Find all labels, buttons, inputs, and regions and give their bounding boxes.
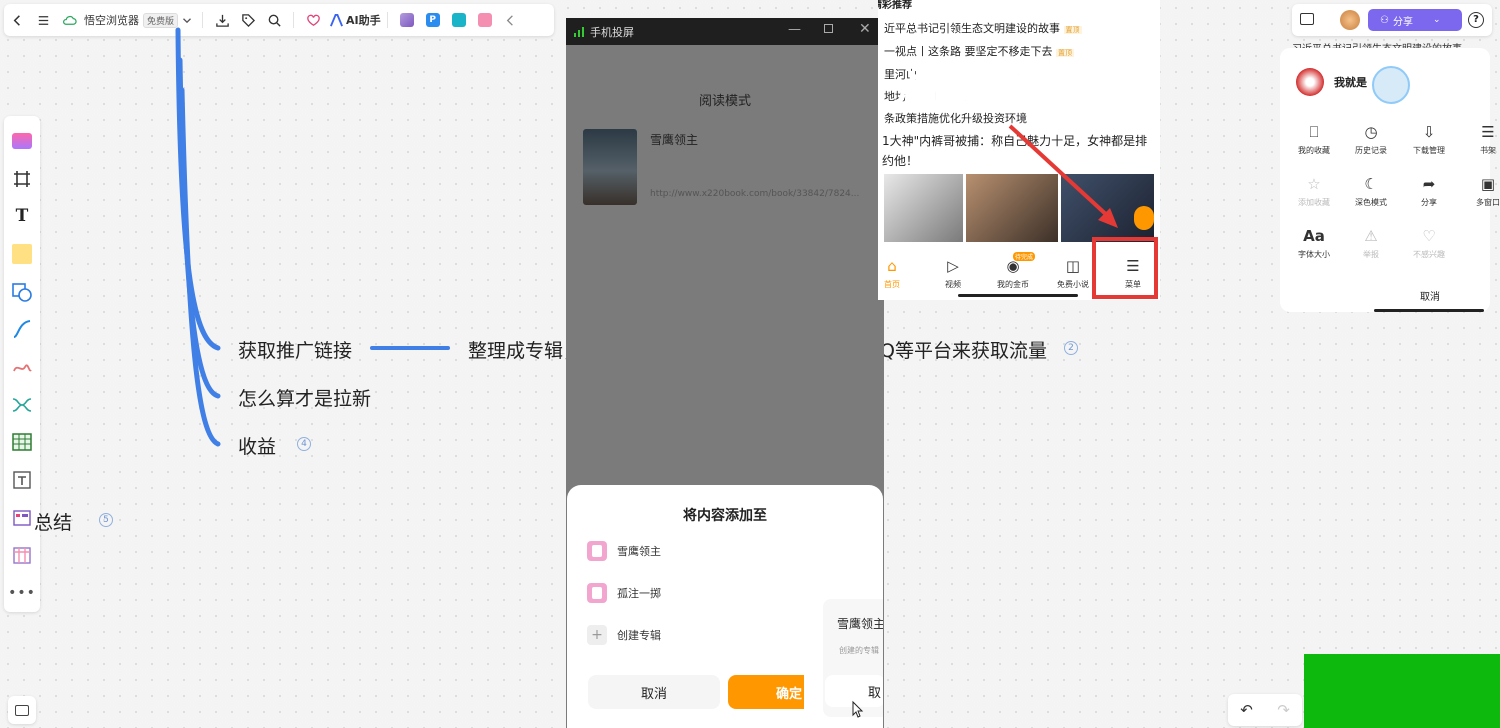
mindmap-node[interactable]: 怎么算才是拉新: [238, 384, 371, 411]
shelf-icon: ☰: [1481, 123, 1495, 141]
green-block: [1304, 654, 1500, 728]
redo-icon[interactable]: ↷: [1277, 701, 1290, 719]
menu-item[interactable]: ▣ 多窗口: [1460, 174, 1500, 208]
confirm-button[interactable]: 确定: [728, 675, 804, 709]
menu-item[interactable]: Aa 字体大小: [1286, 226, 1342, 260]
window-icon: ▣: [1480, 175, 1496, 193]
book-cover[interactable]: [583, 129, 637, 205]
menu-item[interactable]: ⎕ 我的收藏: [1286, 122, 1342, 156]
plus-icon: +: [587, 625, 607, 645]
menu-item[interactable]: ☆ 添加收藏: [1286, 174, 1342, 208]
username[interactable]: 我就是: [1334, 74, 1367, 90]
album-icon: [587, 583, 607, 603]
mindmap-node[interactable]: 总结: [34, 508, 72, 535]
nav-home[interactable]: ⌂ 首页: [878, 256, 920, 290]
add-to-sheet: 将内容添加至 雪鹰领主 孤注一掷 + 创建专辑 取消 确定 雪鹰领主 创建的专辑 …: [567, 485, 883, 728]
album-icon: [587, 541, 607, 561]
download-icon: ⇩: [1422, 123, 1436, 141]
nav-video[interactable]: ▷ 视频: [925, 256, 981, 290]
mindmap-node[interactable]: 获取推广链接: [238, 336, 352, 363]
avatar[interactable]: [1340, 10, 1360, 30]
menu-item[interactable]: ⚠ 举报: [1343, 226, 1399, 260]
menu-cancel-button[interactable]: 取消: [1280, 288, 1500, 303]
menu-item[interactable]: ☰ 书架: [1460, 122, 1500, 156]
star-icon: ☆: [1307, 175, 1321, 193]
help-icon[interactable]: ?: [1468, 12, 1484, 28]
album-option[interactable]: 孤注一掷: [587, 583, 661, 603]
heart-icon: ♡: [1422, 227, 1436, 245]
bookmark-icon: ⎕: [1309, 123, 1319, 141]
node-count-badge[interactable]: 2: [1064, 341, 1078, 355]
home-indicator: [958, 294, 1078, 297]
chevron-down-icon: ⌄: [1432, 15, 1441, 25]
moon-icon: ☾: [1364, 175, 1378, 193]
peek-title: 雪鹰领主: [837, 617, 883, 631]
peek-subtitle: 创建的专辑: [839, 646, 879, 655]
node-count-badge[interactable]: 5: [99, 513, 113, 527]
menu-item[interactable]: ♡ 不感兴趣: [1401, 226, 1457, 260]
album-option[interactable]: 雪鹰领主: [587, 541, 661, 561]
menu-item[interactable]: ⇩ 下载管理: [1401, 122, 1457, 156]
briefcase-icon[interactable]: [1300, 13, 1314, 25]
undo-redo-group: ↶ ↷: [1228, 694, 1302, 726]
window-titlebar: 手机投屏 — ✕: [566, 18, 884, 45]
right-toolbar: ⚇ 分享 ⌄ ?: [1292, 4, 1492, 36]
menu-item[interactable]: ◷ 历史记录: [1343, 122, 1399, 156]
menu-item[interactable]: ☾ 深色模式: [1343, 174, 1399, 208]
menu-item[interactable]: ➦ 分享: [1401, 174, 1457, 208]
minimap-button[interactable]: [8, 696, 36, 724]
minimize-icon[interactable]: —: [788, 22, 801, 37]
book-url: http://www.x220book.com/book/33842/7824.…: [650, 189, 860, 199]
warning-icon: ⚠: [1364, 227, 1378, 245]
user-avatar[interactable]: [1296, 68, 1324, 96]
clock-icon: ◷: [1364, 123, 1378, 141]
mouse-cursor-icon: [852, 700, 864, 718]
mindmap-node[interactable]: 整理成专辑，: [468, 336, 582, 363]
video-icon: ▷: [947, 257, 959, 275]
share-button[interactable]: ⚇ 分享 ⌄: [1368, 9, 1462, 31]
mindmap-node[interactable]: 收益: [238, 432, 276, 459]
nav-badge: 待完成: [1013, 252, 1036, 261]
node-count-badge[interactable]: 4: [297, 437, 311, 451]
nav-coins[interactable]: ◉ 我的金币: [985, 256, 1041, 290]
highlight-box: [1092, 237, 1158, 299]
book-title[interactable]: 雪鹰领主: [650, 131, 698, 148]
share-icon: ➦: [1422, 175, 1436, 193]
create-album-option[interactable]: + 创建专辑: [587, 625, 661, 645]
sheet-title: 将内容添加至: [683, 508, 767, 524]
reading-mode-title: 阅读模式: [698, 94, 751, 109]
mindmap-branches: [175, 27, 450, 447]
cancel-button[interactable]: 取消: [588, 675, 720, 709]
home-indicator: [1374, 309, 1484, 312]
undo-icon[interactable]: ↶: [1240, 701, 1253, 719]
maximize-icon[interactable]: [824, 24, 833, 33]
close-icon[interactable]: ✕: [859, 21, 871, 37]
phone-menu-panel: 我就是 ⎕ 我的收藏 ◷ 历史记录 ⇩ 下载管理 ☰ 书架 ☆ 添加收藏 ☾ 深色模式 ➦ 分…: [1280, 48, 1500, 312]
signal-icon: [574, 26, 584, 37]
phone-screen: 精彩推荐 近平总书记引领生态文明建设的故事 置顶 一视点丨这条路 要坚定不移走下…: [878, 0, 1160, 300]
font-icon: Aa: [1303, 227, 1325, 245]
phone-projection-window: 手机投屏 — ✕ 阅读模式 雪鹰领主 http://www.x220book.c…: [566, 18, 884, 728]
user-share-icon: ⚇: [1380, 14, 1389, 26]
minimap-icon: [15, 704, 29, 716]
window-title: 手机投屏: [590, 25, 634, 39]
home-icon: ⌂: [887, 257, 897, 275]
robot-avatar[interactable]: [1372, 66, 1410, 104]
mindmap-node[interactable]: Q等平台来获取流量: [880, 336, 1047, 363]
